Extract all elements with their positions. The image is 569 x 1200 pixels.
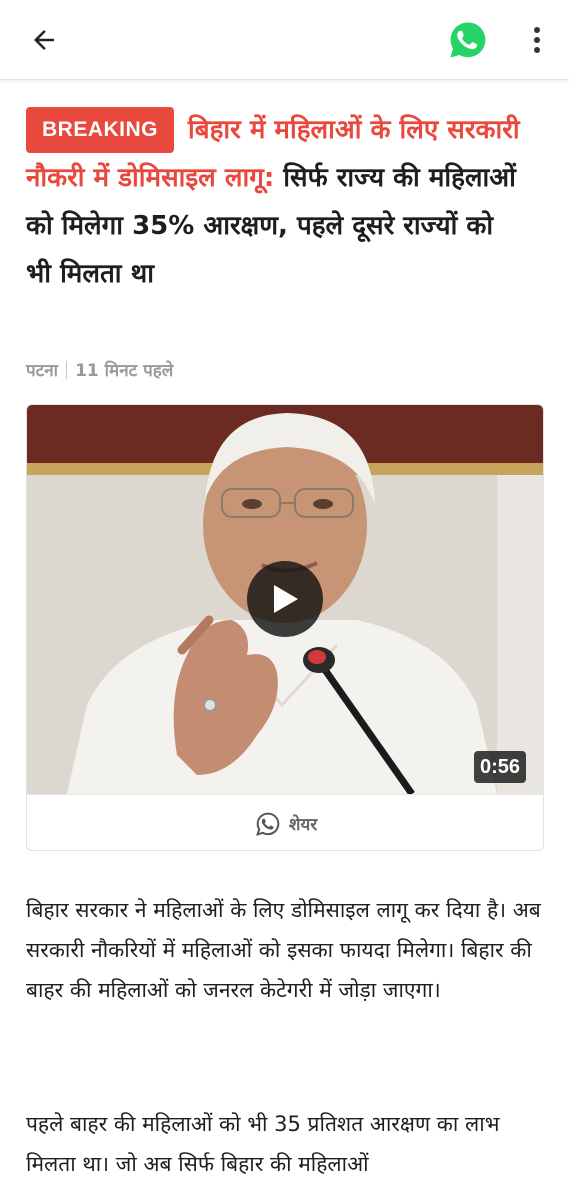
video-duration: 0:56	[474, 751, 527, 783]
location-label: पटना	[26, 361, 59, 381]
whatsapp-share-button[interactable]	[448, 20, 488, 60]
video-share-button[interactable]: शेयर	[27, 794, 543, 850]
share-label: शेयर	[288, 815, 318, 835]
timestamp: 11 मिनट पहले	[75, 361, 174, 381]
article-meta: पटना 11 मिनट पहले	[26, 358, 173, 381]
more-options-button[interactable]	[524, 20, 550, 60]
play-button[interactable]	[247, 561, 323, 637]
breaking-badge: BREAKING	[26, 107, 175, 153]
more-vertical-icon	[534, 27, 540, 53]
article-paragraph: पहले बाहर की महिलाओं को भी 35 प्रतिशत आर…	[26, 1112, 500, 1176]
play-icon	[274, 585, 298, 613]
whatsapp-icon	[450, 22, 486, 58]
back-button[interactable]	[26, 22, 62, 58]
video-player[interactable]: 0:56	[27, 405, 543, 794]
whatsapp-icon	[255, 812, 280, 836]
top-app-bar	[0, 0, 569, 80]
meta-divider	[66, 360, 68, 379]
video-card: 0:56 शेयर	[26, 404, 544, 851]
article-paragraph: बिहार सरकार ने महिलाओं के लिए डोमिसाइल ल…	[26, 898, 541, 1002]
article-headline: BREAKING बिहार में महिलाओं के लिए सरकारी …	[26, 106, 526, 298]
arrow-left-icon	[34, 30, 54, 50]
